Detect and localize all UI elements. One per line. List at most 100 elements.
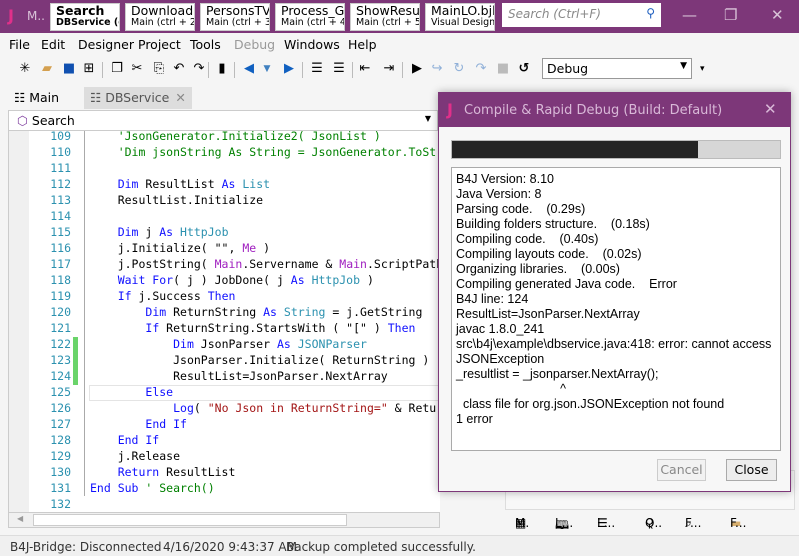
file-tab[interactable]: Process_GlcMain (ctrl + 4 [275, 3, 345, 31]
panel-tab-label: F... [730, 516, 747, 530]
file-tab[interactable]: ShowResultMain (ctrl + 5 [350, 3, 420, 31]
close-button[interactable]: Close [726, 459, 777, 481]
search-input[interactable]: Search (Ctrl+F) ⚲ [502, 3, 661, 27]
menu-tools[interactable]: Tools [190, 37, 221, 52]
file-tab[interactable]: DownloadF Main (ctrl + 2 [125, 3, 195, 31]
code-line[interactable]: Dim JsonParser As JSONParser [173, 337, 367, 351]
menu-help[interactable]: Help [348, 37, 377, 52]
menu-designer[interactable]: Designer [78, 37, 134, 52]
menu-file[interactable]: File [9, 37, 30, 52]
code-token: End If [145, 417, 187, 431]
paste-icon[interactable]: ⎘ [150, 60, 168, 78]
code-token: ReturnString [173, 305, 264, 319]
line-number: 120 [50, 305, 71, 319]
code-token: JsonParser.Initialize( ReturnString ) [173, 353, 430, 367]
line-number: 124 [50, 369, 71, 383]
code-line[interactable]: Dim j As HttpJob [118, 225, 229, 239]
open-icon[interactable]: ▰ [38, 60, 56, 78]
step-out-icon[interactable]: ↷ [472, 60, 490, 78]
tab-main[interactable]: ☷ Main [8, 87, 65, 109]
code-line[interactable]: ResultList=JsonParser.NextArray [173, 369, 388, 383]
panel-tab-label: Q.. [645, 516, 663, 530]
code-line[interactable]: Return ResultList [118, 465, 236, 479]
current-line-highlight [89, 385, 440, 401]
code-line[interactable]: JsonParser.Initialize( ReturnString ) [173, 353, 429, 367]
back-dropdown-icon[interactable]: ▼ [258, 60, 276, 78]
line-number: 121 [50, 321, 71, 335]
cancel-button[interactable]: Cancel [657, 459, 706, 481]
code-token: ( j ) JobDone( j [173, 273, 291, 287]
code-token: ) [360, 273, 374, 287]
step-over-icon[interactable]: ↻ [450, 60, 468, 78]
toolbar-overflow-icon[interactable]: ▾ [700, 64, 705, 74]
breakpoint-gutter[interactable] [9, 131, 29, 512]
code-line[interactable]: If ReturnString.StartsWith ( "[" ) Then [145, 321, 415, 335]
step-in-icon[interactable]: ↪ [428, 60, 446, 78]
indent-icon[interactable]: ⇥ [380, 60, 398, 78]
minimize-button[interactable]: — [682, 6, 697, 24]
code-line[interactable]: End If [118, 433, 160, 447]
bridge-status: B4J-Bridge: Disconnected [10, 540, 162, 554]
file-tab-title: Process_Glc [281, 3, 345, 18]
file-tab[interactable]: MainLO.bjlVisual Designer [425, 3, 495, 31]
sub-selector[interactable]: ⬡ Search ▼ [8, 110, 438, 131]
uncomment-icon[interactable]: ☰ [330, 60, 348, 78]
new-icon[interactable]: ✳ [16, 60, 34, 78]
build-config-select[interactable]: Debug ▼ [542, 58, 692, 79]
file-tab[interactable]: Search DBService (c [50, 3, 120, 31]
code-line[interactable]: j.PostString( Main.Servername & Main.Scr… [118, 257, 440, 271]
comment-icon[interactable]: ☰ [308, 60, 326, 78]
forward-icon[interactable]: ▶ [280, 60, 298, 78]
code-token: Return [117, 465, 167, 479]
outdent-icon[interactable]: ⇤ [356, 60, 374, 78]
close-tab-icon[interactable]: ✕ [175, 90, 185, 105]
back-icon[interactable]: ◀ [240, 60, 258, 78]
code-line[interactable]: Log( "No Json in ReturnString=" & Return… [173, 401, 440, 415]
package-icon[interactable]: ⊞ [80, 60, 98, 78]
code-line[interactable]: If j.Success Then [118, 289, 236, 303]
code-line[interactable]: Else [145, 385, 173, 399]
scroll-left-icon[interactable]: ◀ [17, 514, 23, 523]
bookmark-icon[interactable]: ▮ [213, 60, 231, 78]
log-line: class file for org.json.JSONException no… [456, 397, 725, 411]
save-icon[interactable]: ■ [60, 60, 78, 78]
stop-icon[interactable]: ■ [494, 60, 512, 78]
code-token: List [242, 177, 271, 191]
code-token: 'Dim jsonString As String = JsonGenerato… [117, 145, 440, 159]
code-line[interactable]: ResultList.Initialize [118, 193, 263, 207]
dialog-title: Compile & Rapid Debug (Build: Default) [464, 103, 723, 118]
code-line[interactable]: j.Initialize( "", Me ) [118, 241, 270, 255]
code-line[interactable]: 'JsonGenerator.Initialize2( JsonList ) [118, 131, 381, 143]
menu-edit[interactable]: Edit [41, 37, 65, 52]
code-line[interactable]: Dim ReturnString As String = j.GetString [145, 305, 422, 319]
code-line[interactable]: Wait For( j ) JobDone( j As HttpJob ) [118, 273, 374, 287]
file-tab[interactable]: PersonsTV_ Main (ctrl + 3 [200, 3, 270, 31]
code-line[interactable]: 'Dim jsonString As String = JsonGenerato… [118, 145, 440, 159]
tab-dbservice[interactable]: ☷ DBService ✕ [84, 87, 192, 109]
close-window-button[interactable]: ✕ [771, 6, 784, 24]
menu-debug[interactable]: Debug [234, 37, 275, 52]
horizontal-scrollbar[interactable]: ◀ [8, 512, 440, 528]
code-line[interactable]: j.Release [118, 449, 180, 463]
restart-icon[interactable]: ↺ [515, 60, 533, 78]
restore-button[interactable]: ❐ [724, 6, 737, 24]
file-tab-title: Search [56, 3, 105, 18]
code-line[interactable]: Dim ResultList As List [118, 177, 270, 191]
menu-windows[interactable]: Windows [284, 37, 340, 52]
code-token: Wait For [117, 273, 174, 287]
redo-icon[interactable]: ↷ [190, 60, 208, 78]
run-icon[interactable]: ▶ [408, 60, 426, 78]
dialog-close-icon[interactable]: ✕ [764, 100, 777, 118]
line-number: 111 [50, 161, 71, 175]
code-token: & ReturnString [394, 401, 440, 415]
code-editor[interactable]: 109 'JsonGenerator.Initialize2( JsonList … [8, 131, 440, 512]
undo-icon[interactable]: ↶ [170, 60, 188, 78]
code-line[interactable]: End If [145, 417, 187, 431]
scroll-thumb[interactable] [33, 514, 347, 526]
cut-icon[interactable]: ✂ [128, 60, 146, 78]
code-line[interactable]: End Sub ' Search() [90, 481, 215, 495]
copy-icon[interactable]: ❐ [108, 60, 126, 78]
menu-project[interactable]: Project [138, 37, 181, 52]
code-token: As [159, 225, 181, 239]
dialog-title-bar: J Compile & Rapid Debug (Build: Default)… [439, 93, 790, 127]
